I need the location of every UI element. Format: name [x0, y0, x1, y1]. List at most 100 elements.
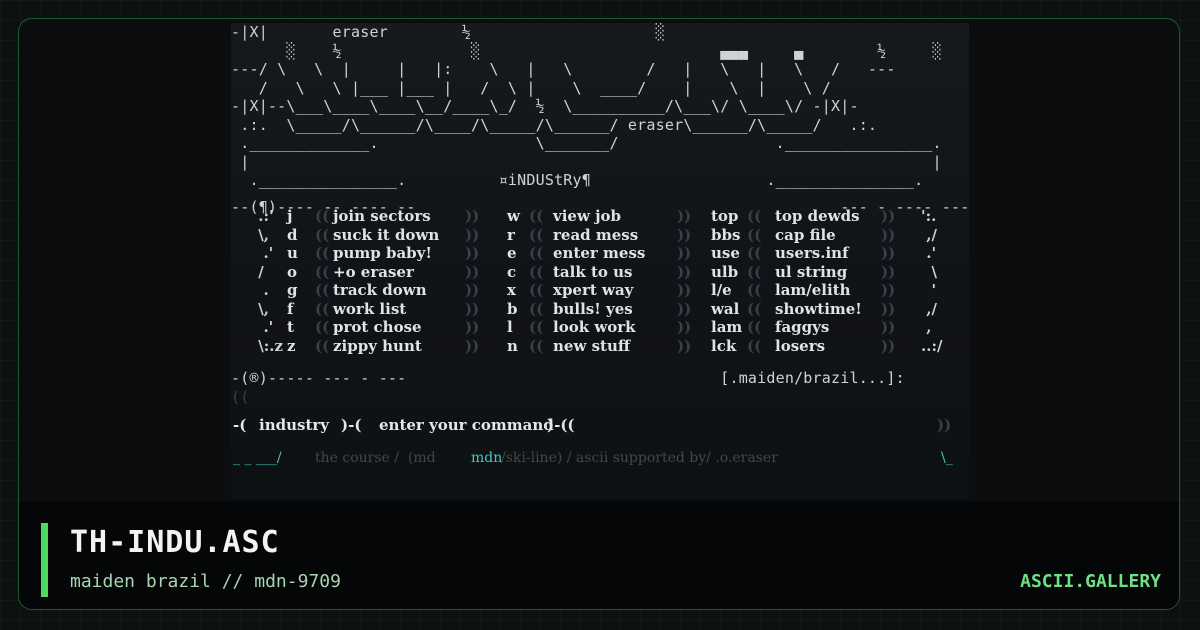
menu-border: / [253, 262, 264, 281]
menu-label: zippy hunt [333, 336, 422, 355]
menu-paren: (( [315, 299, 330, 318]
credits-line: _ _ ___/ the course / (md mdn /ski-line)… [231, 450, 969, 470]
menu-border: ' [921, 281, 937, 299]
menu-key: ulb [711, 262, 739, 281]
menu-label: new stuff [553, 336, 631, 355]
menu-paren: )) [677, 318, 692, 336]
accent-bar [41, 523, 48, 597]
ascii-spacer: (( )) [231, 388, 969, 406]
menu-border: .' [253, 244, 274, 262]
menu-key: lck [711, 336, 737, 355]
command-separator: )-( [341, 416, 362, 434]
menu-paren: )) [465, 244, 480, 262]
credits-left: _ _ ___/ [233, 450, 282, 466]
menu-key: wal [711, 299, 740, 318]
menu-label: bulls! yes [553, 299, 633, 318]
menu-paren: )) [881, 262, 896, 281]
menu-paren: (( [315, 318, 330, 336]
menu-paren: (( [315, 281, 330, 299]
menu-paren: (( [747, 299, 762, 318]
menu-paren: )) [465, 281, 480, 299]
menu-border: \, [253, 299, 269, 318]
menu-paren: )) [465, 336, 480, 355]
menu-label: look work [553, 318, 636, 336]
menu-key: r [507, 225, 515, 244]
menu-label: users.inf [775, 244, 849, 262]
menu-paren: (( [315, 244, 330, 262]
menu-key: c [507, 262, 517, 281]
menu-key: top [711, 207, 739, 225]
menu-label: losers [775, 336, 826, 355]
menu-paren: (( [529, 207, 544, 225]
menu-label: track down [333, 281, 427, 299]
menu-label: cap file [775, 225, 836, 244]
menu-key: d [287, 225, 298, 244]
command-prompt-left: -( [233, 416, 247, 434]
menu-paren: (( [529, 299, 544, 318]
ascii-preview[interactable]: -|X| eraser ½ ░ -|X|- ░ ½ ░ ▄▄▄ ▄ ½ ░ --… [231, 23, 969, 499]
menu-paren: )) [881, 244, 896, 262]
menu-paren: (( [529, 244, 544, 262]
menu-border: , [921, 318, 932, 336]
menu-paren: )) [677, 262, 692, 281]
menu-paren: )) [677, 281, 692, 299]
command-word: industry [259, 416, 329, 434]
credits-mdn: mdn [471, 450, 503, 466]
info-bar: TH-INDU.ASC maiden brazil // mdn-9709 AS… [19, 501, 1179, 609]
menu-border: .:' [253, 207, 274, 225]
menu-border: \, [253, 225, 269, 244]
menu-label: top dewds [775, 207, 860, 225]
menu-key: t [287, 318, 294, 336]
menu-border: ,/ [921, 299, 937, 318]
menu-paren: (( [529, 318, 544, 336]
ascii-divider-bottom: -(®)----- --- - --- [.maiden/brazil...]: [231, 369, 905, 387]
menu-key: x [507, 281, 516, 299]
command-prompt-right: )-(( [547, 416, 575, 434]
menu-label: suck it down [333, 225, 440, 244]
menu-paren: (( [315, 225, 330, 244]
menu-paren: (( [315, 207, 330, 225]
menu-label: showtime! [775, 299, 862, 318]
menu-key: z [287, 336, 296, 355]
credits-mid1: the course / (md [315, 450, 436, 466]
menu-key: o [287, 262, 298, 281]
menu-paren: (( [315, 262, 330, 281]
menu-paren: )) [677, 244, 692, 262]
file-title: TH-INDU.ASC [70, 525, 280, 560]
menu-border: .' [253, 318, 274, 336]
menu-label: lam/elith [775, 281, 851, 299]
menu-border: \:.z [253, 336, 283, 355]
command-text: enter your command [379, 416, 554, 434]
menu-border: ,/ [921, 225, 937, 244]
menu-key: w [507, 207, 520, 225]
menu-key: f [287, 299, 294, 318]
menu-paren: (( [747, 244, 762, 262]
menu-paren: (( [747, 318, 762, 336]
command-line: -( industry )-( enter your command )-(( … [231, 416, 969, 438]
menu-paren: (( [529, 336, 544, 355]
menu-border: .' [921, 244, 937, 262]
menu-paren: )) [465, 318, 480, 336]
menu-key: lam [711, 318, 743, 336]
menu-label: view job [553, 207, 622, 225]
menu-paren: )) [677, 299, 692, 318]
menu-border: ..:/ [921, 336, 943, 355]
menu-border: \ [921, 262, 937, 281]
menu-key: use [711, 244, 740, 262]
brand-link[interactable]: ASCII.GALLERY [1020, 571, 1161, 592]
menu-paren: (( [747, 262, 762, 281]
menu-label: +o eraser [333, 262, 414, 281]
menu-paren: )) [677, 225, 692, 244]
menu-paren: (( [529, 262, 544, 281]
menu-label: xpert way [553, 281, 634, 299]
credits-right: \_ [941, 450, 953, 466]
menu-label: ul string [775, 262, 848, 281]
menu-key: n [507, 336, 518, 355]
menu-label: enter mess [553, 244, 646, 262]
command-close: )) [937, 416, 952, 434]
menu-paren: (( [315, 336, 330, 355]
menu-key: l/e [711, 281, 732, 299]
menu-paren: (( [747, 336, 762, 355]
menu-paren: )) [881, 281, 896, 299]
menu-paren: )) [465, 207, 480, 225]
